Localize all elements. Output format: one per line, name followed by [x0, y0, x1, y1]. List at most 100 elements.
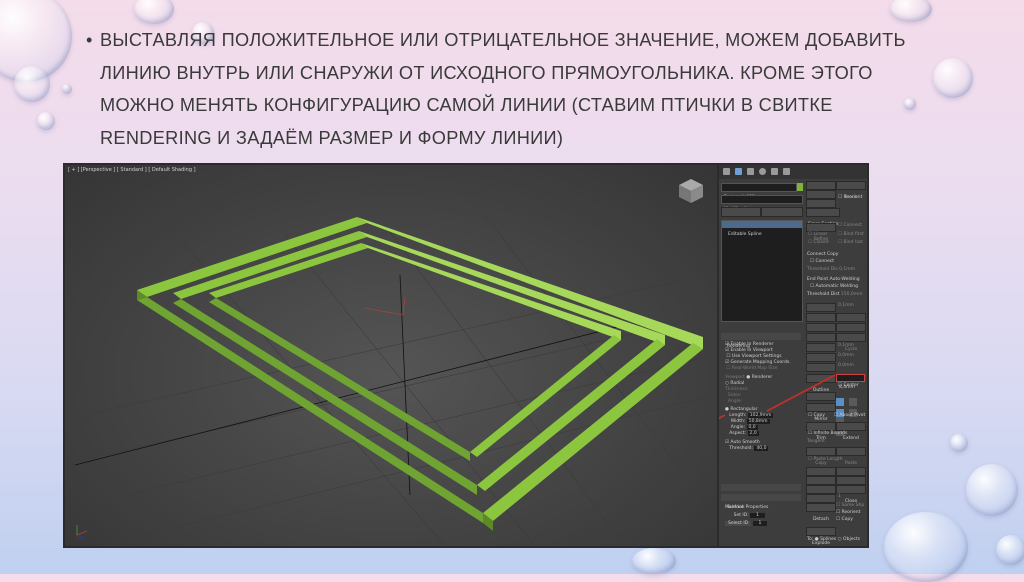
refine-button[interactable]: Refine	[806, 223, 836, 242]
weld-value[interactable]: 0,1mm	[838, 303, 854, 308]
same-shp-checkbox[interactable]: ☐ Same Shp	[836, 503, 864, 508]
close-button[interactable]: Close	[836, 485, 866, 504]
hierarchy-tab-icon[interactable]	[747, 168, 754, 175]
reorient-checkbox[interactable]: ☐ Reorient	[838, 195, 862, 200]
outline-button[interactable]: Outline	[806, 374, 836, 393]
connect-checkbox[interactable]: ☐ Connect	[838, 223, 862, 228]
select-id-button[interactable]: Select ID	[725, 521, 752, 526]
length-value[interactable]: 102,9mm	[747, 413, 774, 418]
viewcube-icon[interactable]	[679, 179, 703, 203]
field-value[interactable]: 0,1mm	[839, 267, 855, 272]
angle-value[interactable]: 0,0	[746, 425, 758, 430]
create-line-button[interactable]: Create Line	[806, 181, 836, 200]
hide-button[interactable]: Hide	[806, 467, 836, 486]
utilities-tab-icon[interactable]	[783, 168, 790, 175]
check-label: Enable In Viewport	[730, 348, 773, 353]
rendering-rollout-header[interactable]: Rendering	[721, 333, 801, 349]
unbind-button[interactable]: Unbind	[836, 476, 866, 495]
splines-radio[interactable]: Splines	[820, 537, 836, 542]
extend-button[interactable]: Extend	[836, 422, 866, 441]
insert-button[interactable]: Insert	[836, 313, 866, 332]
trim-button[interactable]: Trim	[806, 422, 836, 441]
quad-chamfer-button[interactable]: Quad Chamfer	[721, 207, 761, 226]
reverse-button[interactable]: Reverse	[806, 333, 836, 352]
attach-button[interactable]: Attach	[806, 190, 836, 209]
radial-angle-field[interactable]: Angle:	[725, 399, 791, 405]
center-checkbox[interactable]: ☐ Center	[838, 383, 859, 388]
modifier-list-dropdown[interactable]: Modifier List	[721, 195, 803, 212]
interpolation-rollout-header[interactable]: Interpolation	[721, 484, 801, 500]
real-world-map-size-checkbox[interactable]: ☐ Real-World Map Size	[725, 366, 791, 372]
boolean-button[interactable]: Boolean	[806, 392, 836, 411]
stack-item-editable-spline[interactable]: Editable Spline	[722, 221, 802, 237]
detach-copy-checkbox[interactable]: ☐ Copy	[836, 517, 853, 522]
modifier-stack[interactable]: Editable Spline	[721, 220, 803, 322]
water-drop-decoration	[933, 58, 973, 98]
paste-length-checkbox[interactable]: ☐ Paste Length	[808, 457, 843, 462]
width-value[interactable]: 50,8mm	[746, 419, 770, 424]
renderer-radio[interactable]: Renderer	[752, 375, 773, 380]
aspect-value[interactable]: 2,0	[747, 431, 759, 436]
objects-radio[interactable]: Objects	[843, 537, 860, 542]
threshold-value[interactable]: 40,0	[754, 446, 769, 451]
tangent-paste-button[interactable]: Paste	[836, 447, 866, 466]
divide-button[interactable]: Divide	[806, 494, 836, 513]
aspect-field[interactable]: Aspect: 2,0	[725, 431, 791, 437]
automatic-welding-checkbox[interactable]: ☐ Automatic Welding	[810, 284, 858, 289]
tangent-copy-button[interactable]: Copy	[806, 447, 836, 466]
cross-section-button[interactable]: Cross Section	[806, 208, 840, 227]
motion-tab-icon[interactable]	[759, 168, 766, 175]
display-tab-icon[interactable]	[771, 168, 778, 175]
weld-button[interactable]: Weld	[806, 303, 836, 322]
outline-value-field[interactable]: 8,4mm	[836, 374, 865, 390]
object-name-field[interactable]: Rectangle001	[721, 183, 797, 200]
floorgenerator-button[interactable]: FloorGenerator	[761, 207, 803, 226]
select-id-field[interactable]: Select ID 1	[725, 520, 768, 528]
viewport-radio[interactable]: Viewport	[725, 375, 745, 380]
radio-group-label: To:	[807, 537, 814, 542]
copy-checkbox[interactable]: ☐ Copy	[808, 413, 825, 418]
threshold-dist-field[interactable]: Threshold Dist 150,0mm	[807, 292, 863, 297]
detach-reorient-checkbox[interactable]: ☐ Reorient	[836, 510, 860, 515]
fillet-value[interactable]: 0,0mm	[838, 353, 854, 358]
chamfer-value[interactable]: 0,0mm	[838, 363, 854, 368]
make-first-button[interactable]: Make First	[806, 323, 836, 342]
crossinsert-value[interactable]: 0,1mm	[838, 343, 854, 348]
unhide-all-button[interactable]: Unhide All	[836, 467, 866, 486]
connect-copy-checkbox[interactable]: ☐ Connect	[810, 259, 834, 264]
bind-first-checkbox[interactable]: ☐ Bind first	[838, 232, 864, 237]
check-label: Center	[843, 383, 859, 388]
linear-checkbox[interactable]: ☐ Linear	[808, 232, 827, 237]
perspective-viewport[interactable]: [ + ] [Perspective ] [ Standard ] [ Defa…	[65, 165, 717, 546]
divide-value[interactable]: 1	[838, 494, 841, 499]
select-id-value[interactable]: 1	[752, 521, 768, 526]
bind-last-checkbox[interactable]: ☐ Bind last	[838, 240, 863, 245]
field-value[interactable]: 150,0mm	[841, 292, 863, 297]
crossinsert-button[interactable]: CrossInsert	[806, 343, 836, 362]
bind-button[interactable]: Bind	[806, 476, 836, 495]
threshold-field[interactable]: Threshold: 40,0	[725, 446, 791, 452]
about-pivot-checkbox[interactable]: ☐ About Pivot	[834, 413, 865, 418]
break-button[interactable]: Break	[836, 181, 866, 200]
fillet-button[interactable]: Fillet	[806, 353, 836, 372]
delete-button[interactable]: Delete	[806, 485, 836, 504]
connect-threshold-field[interactable]: Threshold Dis 0,1mm	[807, 267, 855, 272]
modify-tab-icon[interactable]	[735, 168, 742, 175]
chamfer-button[interactable]: Chamfer	[806, 363, 836, 382]
set-id-field[interactable]: Set ID: 1	[725, 512, 767, 520]
fuse-button[interactable]: Fuse	[836, 323, 866, 342]
cycle-button[interactable]: Cycle	[836, 333, 866, 352]
detach-button[interactable]: Detach	[806, 503, 836, 522]
connect-button[interactable]: Connect	[806, 313, 836, 332]
surface-properties-rollout-header[interactable]: Surface Properties	[721, 494, 801, 510]
create-tab-icon[interactable]	[723, 168, 730, 175]
attach-mult-button[interactable]: Attach Mult.	[806, 199, 836, 218]
object-color-swatch[interactable]	[797, 183, 803, 191]
infinite-bounds-checkbox[interactable]: ☐ Infinite Bounds	[808, 431, 847, 436]
explode-button[interactable]: Explode	[806, 527, 836, 546]
set-id-value[interactable]: 1	[750, 513, 766, 518]
closed-checkbox[interactable]: ☐ Closed	[808, 240, 829, 245]
mirror-button[interactable]: Mirror	[806, 403, 836, 422]
check-label: Copy	[813, 413, 825, 418]
explode-to-radios[interactable]: To: ● Splines ○ Objects	[807, 537, 860, 542]
